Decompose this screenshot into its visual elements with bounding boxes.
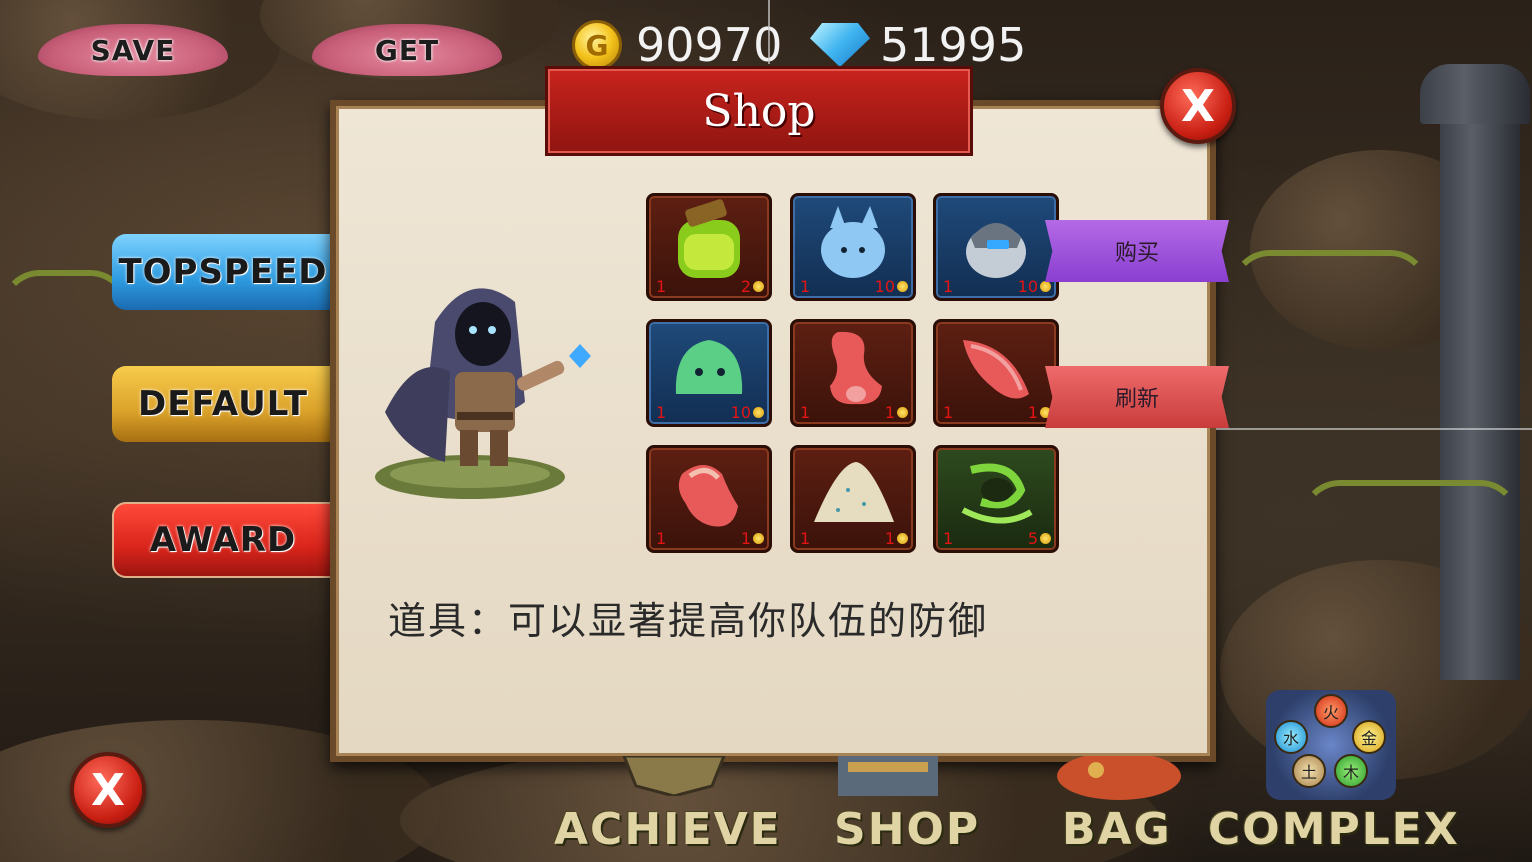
shop-item-slot[interactable]: 1 10	[790, 193, 916, 301]
shop-icon	[838, 756, 938, 796]
item-price: 5	[1027, 529, 1038, 548]
vine	[1230, 250, 1430, 450]
coin-icon	[1040, 533, 1051, 544]
item-quantity: 1	[656, 277, 667, 296]
divider	[1216, 428, 1532, 430]
gold-coin-icon: G	[572, 20, 622, 70]
diamond-icon	[810, 23, 870, 67]
divider	[768, 0, 770, 64]
default-button[interactable]: DEFAULT	[112, 366, 334, 442]
blue-slime-icon	[821, 205, 885, 278]
main-close-button[interactable]: X	[70, 752, 146, 828]
shop-close-button[interactable]: X	[1160, 68, 1236, 144]
item-quantity: 1	[800, 529, 811, 548]
achieve-tab[interactable]: ACHIEVE	[554, 804, 782, 855]
salt-pile-icon	[814, 461, 894, 522]
topspeed-button[interactable]: TOPSPEED	[112, 234, 334, 310]
coin-icon	[897, 407, 908, 418]
item-quantity: 1	[800, 277, 811, 296]
complex-tab[interactable]: COMPLEX	[1208, 804, 1460, 855]
item-quantity: 1	[656, 403, 667, 422]
gold-counter: G 90970	[572, 18, 782, 72]
stone-pillar-cap	[1420, 64, 1530, 124]
meat-slice-icon	[963, 339, 1029, 399]
hooded-mage-hero	[375, 288, 591, 499]
coin-icon	[897, 281, 908, 292]
achieve-icon	[622, 756, 726, 796]
potion-icon	[678, 199, 740, 278]
bag-tab[interactable]: BAG	[1062, 804, 1172, 855]
item-price: 2	[740, 277, 751, 296]
item-price: 1	[884, 403, 895, 422]
coin-icon	[753, 281, 764, 292]
shop-item-slot[interactable]: 1 1	[790, 319, 916, 427]
vine	[1300, 480, 1520, 640]
shop-item-slot[interactable]: 1 1	[933, 319, 1059, 427]
gem-amount: 51995	[880, 18, 1027, 72]
bag-icon	[1057, 756, 1181, 800]
shop-item-slot[interactable]: 1 5	[933, 445, 1059, 553]
gold-amount: 90970	[636, 18, 783, 72]
shop-title: Shop	[545, 66, 973, 156]
meat-chunk-icon	[830, 331, 882, 405]
wind-skill-icon	[961, 463, 1033, 524]
coin-icon	[897, 533, 908, 544]
item-quantity: 1	[943, 403, 954, 422]
shop-item-slot[interactable]: 1 10	[933, 193, 1059, 301]
shop-tab[interactable]: SHOP	[834, 804, 980, 855]
shop-item-slot[interactable]: 1 1	[646, 445, 772, 553]
item-quantity: 1	[656, 529, 667, 548]
green-slime-icon	[675, 339, 743, 394]
gem-counter: 51995	[810, 18, 1026, 72]
item-quantity: 1	[943, 529, 954, 548]
item-price: 1	[740, 529, 751, 548]
item-price: 10	[730, 403, 751, 422]
item-price: 10	[1017, 277, 1038, 296]
get-button[interactable]: GET	[312, 24, 502, 76]
item-description: 道具：可以显著提高你队伍的防御	[388, 599, 989, 643]
coin-icon	[753, 533, 764, 544]
save-button[interactable]: SAVE	[38, 24, 228, 76]
water-orb-icon: 水	[1274, 720, 1308, 754]
metal-orb-icon: 金	[1352, 720, 1386, 754]
item-quantity: 1	[800, 403, 811, 422]
armored-slime-icon	[966, 222, 1026, 278]
shop-item-slot[interactable]: 1 2	[646, 193, 772, 301]
earth-orb-icon: 土	[1292, 754, 1326, 788]
refresh-button[interactable]: 刷新	[1045, 366, 1229, 428]
wood-orb-icon: 木	[1334, 754, 1368, 788]
buy-button[interactable]: 购买	[1045, 220, 1229, 282]
coin-icon	[1040, 281, 1051, 292]
item-price: 1	[884, 529, 895, 548]
shop-item-slot[interactable]: 1 1	[790, 445, 916, 553]
raw-meat-icon	[678, 464, 738, 527]
vine	[0, 270, 130, 350]
award-button[interactable]: AWARD	[112, 502, 334, 578]
fire-orb-icon: 火	[1314, 694, 1348, 728]
item-price: 1	[1027, 403, 1038, 422]
item-price: 10	[874, 277, 895, 296]
shop-item-slot[interactable]: 1 10	[646, 319, 772, 427]
coin-icon	[753, 407, 764, 418]
item-quantity: 1	[943, 277, 954, 296]
elements-emblem[interactable]: 火 水 金 土 木	[1266, 690, 1396, 800]
